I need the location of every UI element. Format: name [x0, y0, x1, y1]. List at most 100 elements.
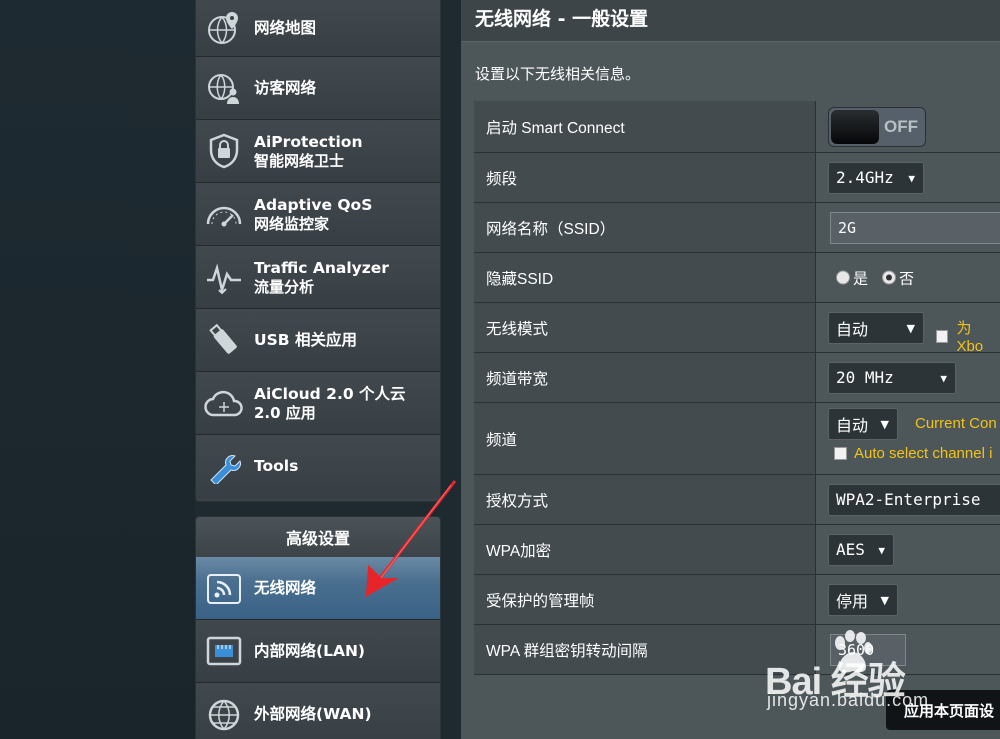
sidebar-item-label: 网络地图 — [254, 18, 317, 37]
sidebar-item-label: Tools — [254, 457, 299, 475]
sidebar-item-adaptive-qos[interactable]: Adaptive QoS 网络监控家 — [196, 183, 440, 246]
sidebar-item-aiprotection[interactable]: AiProtection 智能网络卫士 — [196, 120, 440, 183]
row-hide-ssid: 隐藏SSID 是 否 — [474, 253, 1000, 303]
row-label: 启动 Smart Connect — [474, 101, 816, 153]
speedometer-icon — [204, 194, 244, 234]
radio-label: 是 — [853, 269, 869, 287]
select-value: 自动 — [836, 416, 869, 435]
auto-select-channel: Auto select channel i — [834, 445, 992, 462]
page-description: 设置以下无线相关信息。 — [475, 65, 641, 83]
page-title: 无线网络 - 一般设置 — [475, 8, 649, 30]
xbox-checkbox[interactable] — [936, 329, 949, 343]
input-value: 2G — [838, 218, 857, 237]
advanced-settings-title: 高级设置 — [196, 517, 440, 557]
row-label: 受保护的管理帧 — [474, 575, 816, 625]
sidebar-item-guest-network[interactable]: 访客网络 — [196, 57, 440, 120]
bandwidth-select[interactable]: 20 MHz ▼ — [828, 361, 956, 394]
page-header: 无线网络 - 一般设置 — [461, 0, 1000, 42]
row-bandwidth: 频道带宽 20 MHz ▼ — [474, 353, 1000, 403]
row-label: 频段 — [474, 153, 816, 203]
wifi-icon — [204, 568, 244, 608]
sidebar-item-label: AiProtection — [254, 132, 363, 151]
row-label: 无线模式 — [474, 303, 816, 353]
radio-label: 否 — [899, 269, 915, 287]
left-background — [0, 0, 195, 739]
sidebar-menu: 网络地图 访客网络 AiProtection 智能网络卫士 Adaptive Q… — [195, 0, 441, 502]
traffic-chart-icon — [204, 257, 244, 297]
sidebar-item-sublabel: 2.0 应用 — [254, 403, 316, 422]
hide-ssid-yes-radio[interactable]: 是 — [836, 267, 868, 288]
caret-down-icon: ▼ — [878, 543, 885, 557]
sidebar-item-sublabel: 网络监控家 — [254, 214, 330, 233]
watermark-url: jingyan.baidu.com — [767, 690, 930, 710]
sidebar-item-network-map[interactable]: 网络地图 — [196, 0, 440, 57]
sidebar-item-label: 无线网络 — [254, 578, 317, 597]
toggle-state: OFF — [884, 117, 918, 136]
sidebar-item-lan[interactable]: 内部网络(LAN) — [196, 620, 440, 683]
sidebar-item-label: 内部网络(LAN) — [254, 641, 366, 660]
wpa-encryption-select[interactable]: AES ▼ — [828, 533, 894, 566]
select-value: 20 MHz — [836, 368, 894, 387]
auth-method-select[interactable]: WPA2-Enterprise — [828, 483, 1000, 516]
caret-down-icon: ▼ — [908, 171, 915, 185]
baidu-watermark: Bai 经验 jingyan.baidu.com — [765, 628, 965, 718]
select-value: WPA2-Enterprise — [836, 490, 981, 509]
pmf-select[interactable]: 停用 ▼ — [828, 583, 898, 616]
globe-pin-icon — [204, 8, 244, 48]
auto-channel-label: Auto select channel i — [854, 445, 993, 462]
band-select[interactable]: 2.4GHz ▼ — [828, 161, 924, 194]
caret-down-icon: ▼ — [880, 593, 889, 607]
row-band: 频段 2.4GHz ▼ — [474, 153, 1000, 203]
caret-down-icon: ▼ — [940, 371, 947, 385]
sidebar-item-label: Adaptive QoS — [254, 195, 373, 214]
advanced-settings-menu: 高级设置 无线网络 内部网络(LAN) 外部网络(WAN) — [195, 516, 441, 739]
row-pmf: 受保护的管理帧 停用 ▼ — [474, 575, 1000, 625]
row-label: WPA加密 — [474, 525, 816, 575]
row-label: 网络名称（SSID） — [474, 203, 816, 253]
select-value: 停用 — [836, 591, 869, 611]
lan-port-icon — [204, 631, 244, 671]
toggle-knob — [831, 110, 879, 144]
smart-connect-toggle[interactable]: OFF — [828, 107, 926, 147]
caret-down-icon: ▼ — [880, 418, 889, 431]
select-value: AES — [836, 540, 865, 559]
sidebar-item-label: 外部网络(WAN) — [254, 705, 372, 723]
row-label: 隐藏SSID — [474, 253, 816, 303]
caret-down-icon: ▼ — [906, 321, 915, 335]
sidebar-item-traffic-analyzer[interactable]: Traffic Analyzer 流量分析 — [196, 246, 440, 309]
sidebar-item-wan[interactable]: 外部网络(WAN) — [196, 683, 440, 739]
select-value: 自动 — [836, 319, 869, 339]
radio-dot — [836, 270, 850, 285]
sidebar-item-label: 访客网络 — [254, 78, 317, 97]
globe-users-icon — [204, 68, 244, 108]
sidebar-item-label: USB 相关应用 — [254, 330, 357, 349]
row-wpa-encryption: WPA加密 AES ▼ — [474, 525, 1000, 575]
xbox-label: 为 Xbo — [956, 320, 984, 355]
channel-select[interactable]: 自动 ▼ — [828, 408, 898, 440]
row-label: 频道 — [474, 403, 816, 475]
wireless-mode-select[interactable]: 自动 ▼ — [828, 311, 924, 344]
shield-lock-icon — [204, 131, 244, 171]
select-value: 2.4GHz — [836, 168, 894, 187]
row-label: 频道带宽 — [474, 353, 816, 403]
globe-icon — [204, 695, 244, 735]
cloud-icon — [204, 383, 244, 423]
sidebar-item-tools[interactable]: Tools — [196, 435, 440, 498]
radio-dot-selected — [882, 270, 896, 285]
ssid-input[interactable]: 2G — [830, 211, 1000, 244]
sidebar-item-wireless[interactable]: 无线网络 — [196, 557, 440, 620]
sidebar-item-label: Traffic Analyzer — [254, 258, 389, 277]
auto-channel-checkbox[interactable] — [834, 447, 847, 460]
row-ssid: 网络名称（SSID） 2G — [474, 203, 1000, 253]
hide-ssid-no-radio[interactable]: 否 — [882, 267, 914, 288]
row-label: 授权方式 — [474, 475, 816, 525]
sidebar-item-usb-application[interactable]: USB 相关应用 — [196, 309, 440, 372]
row-smart-connect: 启动 Smart Connect OFF — [474, 101, 1000, 153]
current-control-channel: Current Con — [915, 415, 997, 432]
row-channel: 频道 自动 ▼ Current Con Auto select channel … — [474, 403, 1000, 475]
usb-drive-icon — [204, 320, 244, 360]
xbox-optimize: 为 Xbo — [936, 317, 1000, 355]
row-auth-method: 授权方式 WPA2-Enterprise — [474, 475, 1000, 525]
sidebar-item-aicloud[interactable]: AiCloud 2.0 个人云 2.0 应用 — [196, 372, 440, 435]
row-wireless-mode: 无线模式 自动 ▼ 为 Xbo — [474, 303, 1000, 355]
